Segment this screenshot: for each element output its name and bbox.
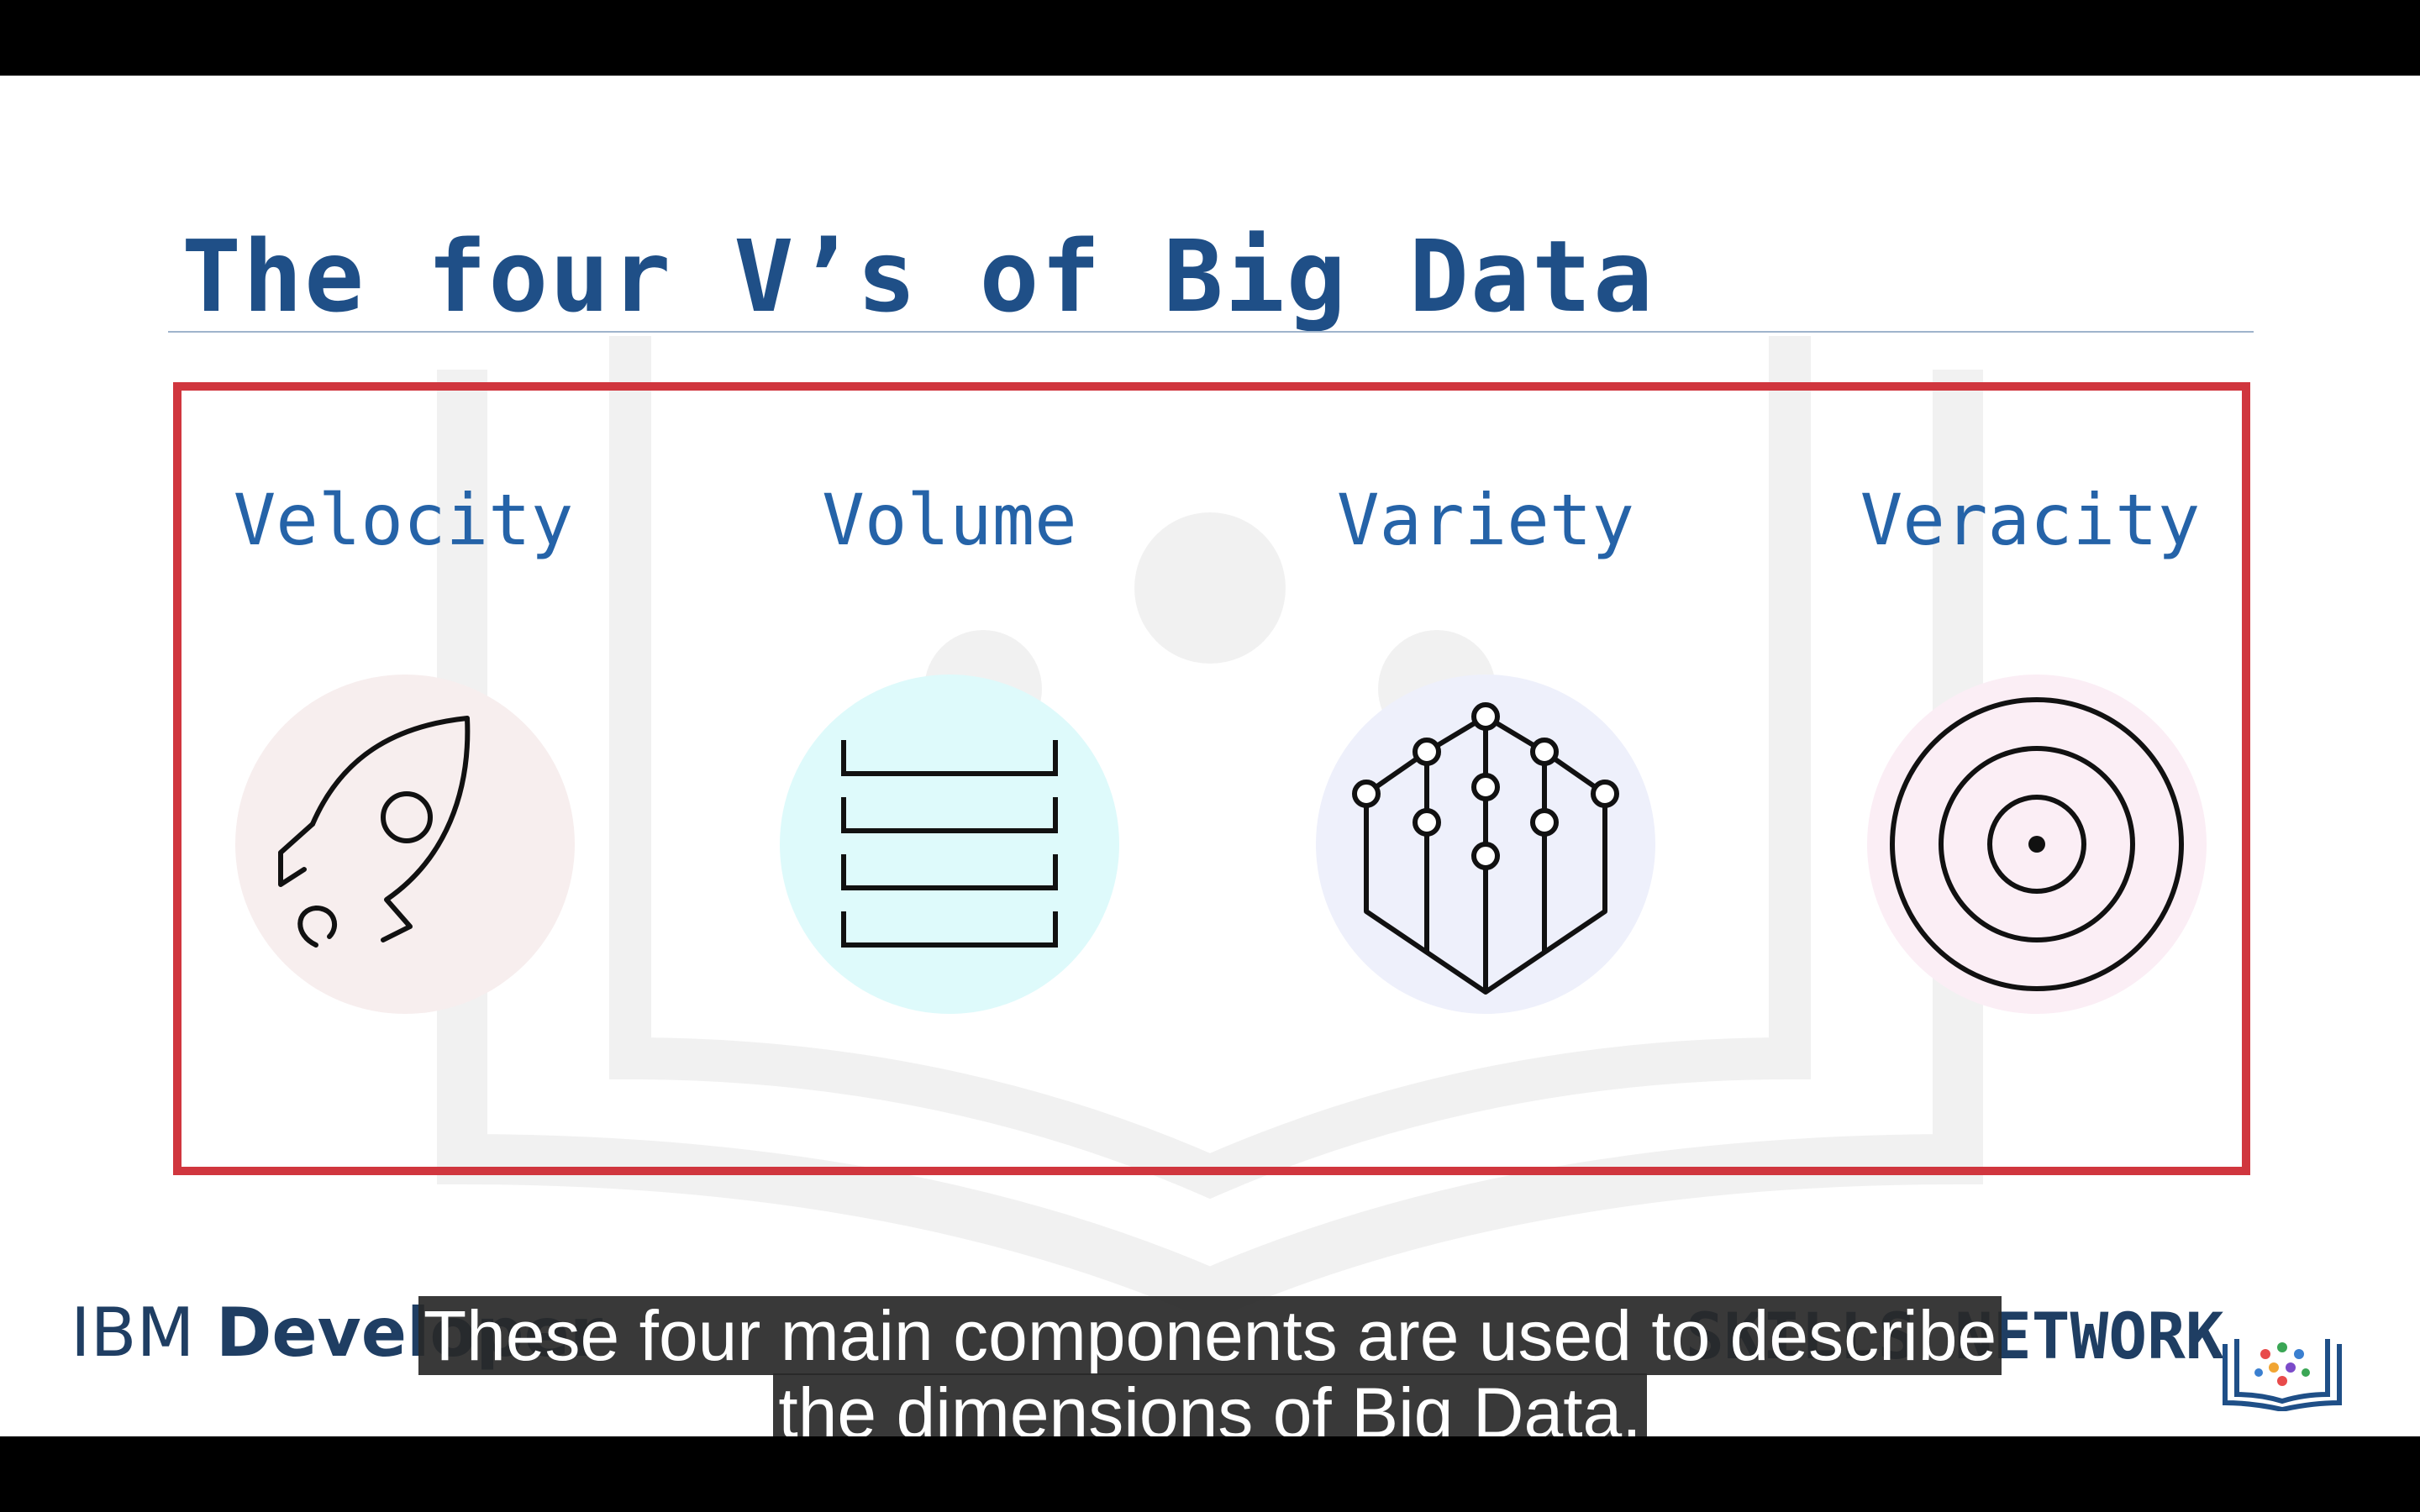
velocity-label: Velocity	[233, 479, 574, 561]
velocity-circle	[235, 675, 575, 1014]
veracity-circle	[1867, 675, 2207, 1014]
stacked-layers-icon	[841, 740, 1058, 948]
variety-label: Variety	[1336, 479, 1634, 561]
column-veracity: Veracity	[1778, 479, 2282, 561]
column-velocity: Velocity	[151, 479, 655, 561]
letterbox-top	[0, 0, 2420, 76]
volume-circle	[780, 675, 1119, 1014]
column-variety: Variety	[1234, 479, 1738, 561]
volume-label: Volume	[822, 479, 1077, 561]
caption-line-1: These four main components are used to d…	[418, 1296, 2002, 1375]
caption-line-2: the dimensions of Big Data.	[773, 1373, 1647, 1436]
video-caption: These four main components are used to d…	[0, 1296, 2420, 1436]
slide-title: The four V’s of Big Data	[182, 218, 1655, 334]
veracity-label: Veracity	[1860, 479, 2201, 561]
target-icon	[1890, 697, 2184, 991]
title-divider	[168, 331, 2254, 333]
slide: The four V’s of Big Data Velocity Volume	[0, 76, 2420, 1436]
variety-circle	[1316, 675, 1655, 1014]
letterbox-bottom	[0, 1436, 2420, 1512]
network-hexagon-icon	[1352, 702, 1619, 995]
column-volume: Volume	[697, 479, 1202, 561]
rocket-icon	[278, 716, 471, 948]
